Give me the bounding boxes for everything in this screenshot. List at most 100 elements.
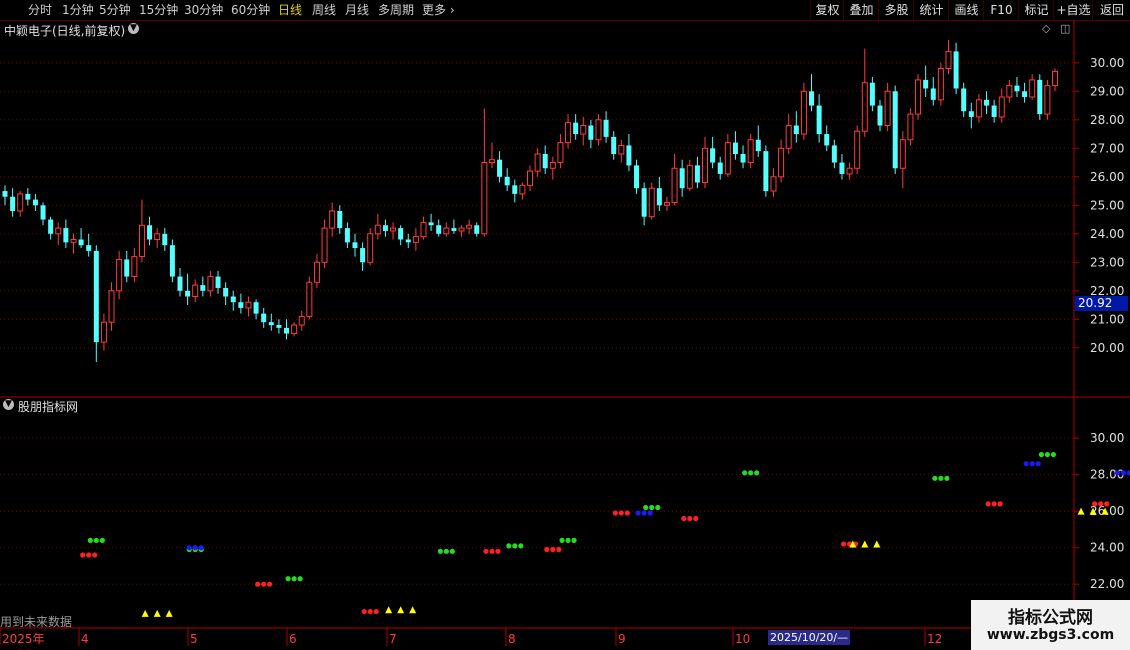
candle-body — [1037, 79, 1043, 115]
candle-body — [481, 162, 488, 235]
candle-body — [740, 154, 746, 163]
signal-triangle — [141, 609, 149, 617]
signal-dot-green — [1038, 451, 1044, 458]
candle-body — [93, 250, 99, 343]
y-tick-label: 28.00 — [1090, 113, 1124, 127]
candle-body — [968, 111, 974, 117]
candle-body — [177, 276, 183, 291]
signal-dot-green — [1050, 451, 1056, 458]
date-axis-label: 12 — [927, 632, 942, 646]
candle-body — [626, 145, 632, 166]
signal-triangle — [873, 540, 881, 548]
signal-dot-red — [1104, 501, 1110, 507]
candle-body — [884, 90, 891, 127]
signal-dot-red — [985, 501, 991, 507]
candle-body — [831, 145, 837, 163]
candle-body — [276, 325, 282, 328]
signal-dot-green — [443, 548, 449, 554]
candle-body — [603, 119, 609, 137]
indicator-title: 股朋指标网 — [18, 400, 79, 414]
signal-dot-red — [687, 515, 693, 522]
candle-body — [420, 221, 427, 238]
candle-body — [907, 113, 914, 141]
candle-body — [398, 228, 404, 240]
signal-dot-blue — [186, 545, 192, 551]
date-axis-label: 5 — [190, 632, 198, 646]
signal-dot-green — [437, 548, 443, 554]
signal-dot-green — [643, 504, 649, 511]
candle-body — [215, 276, 221, 288]
candle-body — [192, 284, 199, 298]
signal-dot-red — [618, 510, 624, 516]
candle-body — [360, 248, 366, 263]
signal-dot-red — [483, 548, 489, 554]
y-tick-label: 24.00 — [1090, 227, 1124, 241]
candle-body — [945, 50, 952, 70]
signal-dot-green — [565, 537, 571, 543]
candle-body — [207, 276, 214, 292]
candle-body — [686, 164, 693, 189]
candle-body — [337, 211, 343, 229]
candle-body — [154, 233, 161, 241]
signal-dot-blue — [1035, 461, 1041, 467]
signal-dot-red — [86, 552, 92, 558]
candle-body — [488, 159, 495, 164]
date-axis-label: 7 — [389, 632, 397, 646]
candle-body — [200, 285, 206, 291]
candle-body — [824, 134, 830, 146]
signal-dot-green — [506, 543, 512, 549]
signal-triangle — [409, 606, 417, 614]
y-tick-label: 29.00 — [1090, 84, 1124, 98]
candle-body — [48, 219, 54, 234]
candle-body — [443, 227, 450, 235]
candle-body — [854, 130, 861, 169]
signal-dot-blue — [641, 510, 647, 516]
date-axis-label: 9 — [618, 632, 626, 646]
signal-dot-green — [512, 543, 518, 549]
candle-body — [975, 99, 982, 118]
candle-body — [131, 256, 138, 278]
y-tick-label: 23.00 — [1090, 255, 1124, 269]
signal-triangle — [153, 609, 161, 617]
signal-dot-green — [559, 537, 565, 543]
signal-dot-red — [693, 515, 699, 522]
candle-body — [321, 227, 328, 263]
candle-body — [497, 159, 503, 177]
candle-body — [663, 201, 670, 206]
signal-dot-green — [938, 475, 944, 481]
candle-body — [877, 105, 883, 126]
candle-body — [245, 301, 252, 309]
signal-dot-green — [449, 548, 455, 554]
candle-body — [313, 261, 320, 283]
y-tick-label: 26.00 — [1090, 170, 1124, 184]
candle-body — [116, 258, 123, 292]
signal-dot-red — [840, 541, 847, 547]
candle-body — [169, 245, 175, 277]
candle-body — [534, 153, 541, 172]
candle-body — [778, 147, 785, 178]
chevron-down-icon[interactable]: ▼ — [3, 399, 14, 410]
y-tick-label: 20.00 — [1090, 341, 1124, 355]
candle-body — [436, 225, 442, 234]
candle-body — [86, 245, 92, 251]
candle-body — [998, 96, 1005, 118]
candle-body — [702, 147, 708, 184]
candle-body — [527, 170, 533, 186]
signal-dot-green — [93, 537, 99, 543]
chart-area[interactable]: 20.00 21.00 22.00 23.00 24.00 25.00 26.00 27.00… — [0, 0, 1130, 650]
candle-body — [32, 199, 38, 206]
candle-body — [656, 188, 662, 206]
date-axis-label: 4 — [81, 632, 89, 646]
candle-body — [618, 144, 625, 155]
candle-body — [147, 225, 153, 240]
date-axis-label: 6 — [289, 632, 297, 646]
signal-dot-green — [291, 576, 297, 582]
signal-triangle — [397, 606, 405, 614]
candle-body — [382, 225, 388, 231]
candle-body — [1014, 85, 1020, 92]
candle-body — [671, 167, 678, 203]
candle-body — [724, 142, 731, 175]
candle-body — [138, 224, 145, 258]
current-price-badge: 20.92 — [1075, 296, 1128, 311]
candle-body — [405, 239, 411, 243]
